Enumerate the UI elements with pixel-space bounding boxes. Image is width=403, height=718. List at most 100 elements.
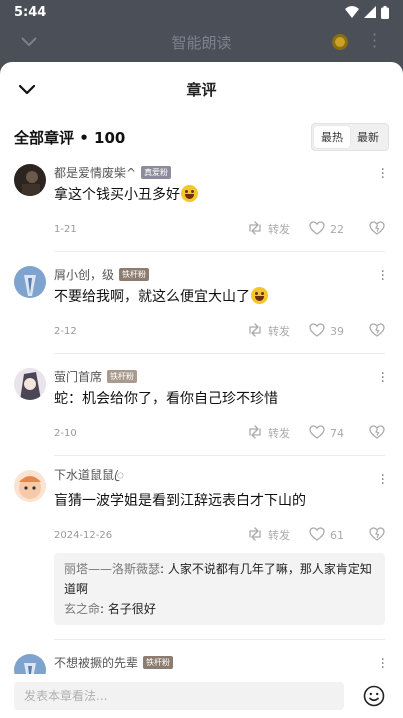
avatar[interactable] (14, 266, 46, 298)
reply-username[interactable]: 玄之命 (64, 602, 100, 616)
reply-item: 丽塔——洛斯薇瑟: 人家不说都有几年了嘛，那人家肯定知道啊 (64, 562, 372, 596)
dislike-button[interactable] (369, 322, 385, 340)
sheet-title: 章评 (186, 80, 217, 99)
avatar[interactable] (14, 470, 46, 502)
retweet-icon (247, 220, 263, 238)
reply-preview[interactable]: 丽塔——洛斯薇瑟: 人家不说都有几年了嘛，那人家肯定知道啊玄之命: 名子很好 (54, 553, 385, 625)
comment-text: 不要给我啊，就这么便宜大山了 (54, 287, 385, 307)
share-button[interactable]: 转发 (247, 526, 297, 544)
more-vert-icon: · · · (372, 25, 378, 56)
like-count: 39 (330, 324, 344, 338)
dislike-button[interactable] (369, 526, 385, 544)
comment-user-row: 都是爱情废柴^ 真爱粉 (54, 164, 385, 180)
reply-item: 玄之命: 名子很好 (64, 602, 156, 616)
comment-meta: 2-10 转发 74 (54, 423, 385, 443)
comment-text-content: 拿这个钱买小丑多好 (54, 187, 180, 203)
avatar[interactable] (14, 368, 46, 400)
comment-item[interactable]: 都是爱情废柴^ 真爱粉拿这个钱买小丑多好 1-21 转发 22 · · · (0, 158, 403, 252)
like-count: 61 (330, 528, 344, 542)
heart-icon (309, 220, 325, 238)
more-vert-icon[interactable]: · · · (381, 367, 385, 389)
emoji-icon[interactable] (363, 685, 385, 707)
like-button[interactable]: 22 (309, 220, 361, 238)
fan-badge: 铁杆粉 (119, 267, 150, 281)
like-button[interactable]: 74 (309, 424, 361, 442)
share-label: 转发 (268, 325, 290, 338)
retweet-icon (247, 322, 263, 340)
fan-badge: 铁杆粉 (143, 655, 174, 669)
comment-item[interactable]: 萤门首席 铁杆粉 蛇：机会给你了，看你自己珍不珍惜 2-10 转发 74 · · · (0, 354, 403, 456)
comment-meta: 2024-12-26 转发 61 (54, 525, 385, 545)
sort-new-button[interactable]: 最新 (350, 126, 386, 148)
sort-hot-button[interactable]: 最热 (314, 126, 350, 148)
share-label: 转发 (268, 529, 290, 542)
comment-username[interactable]: 下水道鼠鼠ꦿ (54, 466, 124, 490)
more-vert-icon[interactable]: · · · (381, 653, 385, 674)
comment-text: 盲猜一波学姐是看到江辞远表白才下山的 (54, 491, 385, 511)
sheet-header: 章评 (0, 62, 403, 116)
avatar[interactable] (14, 654, 46, 674)
chapter-comments-sheet: 章评 全部章评 • 100 最热 最新 都是爱情废柴^ 真爱粉拿这个钱买小丑多好 1… (0, 62, 403, 718)
comment-body: 下水道鼠鼠ꦿ 盲猜一波学姐是看到江辞远表白才下山的 2024-12-26 转发 61 丽塔… (54, 468, 403, 625)
comment-date: 1-21 (54, 223, 77, 235)
heart-icon (309, 322, 325, 340)
background-header: 智能朗读 · · · (0, 24, 403, 60)
comment-username[interactable]: 不想被撅的先辈 (54, 654, 138, 671)
more-vert-icon[interactable]: · · · (381, 469, 385, 491)
share-button[interactable]: 转发 (247, 220, 297, 238)
comment-user-row: 下水道鼠鼠ꦿ (54, 468, 385, 486)
more-vert-icon[interactable]: · · · (381, 163, 385, 185)
comment-date: 2024-12-26 (54, 529, 113, 541)
laugh-emoji-icon (251, 287, 268, 304)
share-label: 转发 (268, 223, 290, 236)
comment-username[interactable]: 萤门首席 (54, 368, 102, 385)
laugh-emoji-icon (181, 185, 198, 202)
chevron-down-icon (21, 37, 37, 47)
like-count: 22 (330, 222, 344, 236)
reply-text: 名子很好 (107, 602, 156, 616)
share-button[interactable]: 转发 (247, 322, 297, 340)
comment-user-row: 不想被撅的先辈 铁杆粉 (54, 654, 385, 670)
dislike-icon (369, 526, 385, 544)
comment-compose-bar (0, 674, 403, 718)
share-button[interactable]: 转发 (247, 424, 297, 442)
more-vert-icon[interactable]: · · · (381, 265, 385, 287)
comment-actions: 转发 39 (247, 321, 385, 341)
comment-body: 屑小创，级 铁杆粉 不要给我啊，就这么便宜大山了 2-12 转发 39 (54, 266, 403, 341)
comment-user-row: 萤门首席 铁杆粉 (54, 368, 385, 384)
comment-item[interactable]: 屑小创，级 铁杆粉 不要给我啊，就这么便宜大山了 2-12 转发 39 · · · (0, 252, 403, 354)
comment-item[interactable]: 下水道鼠鼠ꦿ 盲猜一波学姐是看到江辞远表白才下山的 2024-12-26 转发 61 丽塔… (0, 456, 403, 640)
comment-input[interactable] (14, 682, 344, 710)
comment-item[interactable]: 不想被撅的先辈铁杆粉人要是倒霉，放屁都砸脚后跟！··· (0, 640, 403, 674)
comment-text-content: 不要给我啊，就这么便宜大山了 (54, 289, 250, 305)
battery-icon (381, 5, 389, 19)
fan-badge: 真爱粉 (141, 165, 172, 179)
disc-icon (332, 34, 348, 50)
comment-list: 都是爱情废柴^ 真爱粉 拿这个钱买小丑多好 1-21 转发 22 · · · 屑小创，级 铁杆粉 不要… (0, 158, 403, 674)
retweet-icon (247, 526, 263, 544)
comment-body: 都是爱情废柴^ 真爱粉拿这个钱买小丑多好 1-21 转发 22 (54, 164, 403, 239)
share-label: 转发 (268, 427, 290, 440)
status-icons (345, 5, 389, 19)
reply-username[interactable]: 丽塔——洛斯薇瑟 (64, 562, 160, 576)
like-button[interactable]: 39 (309, 322, 361, 340)
like-count: 74 (330, 426, 344, 440)
status-time: 5:44 (14, 4, 47, 20)
chevron-down-icon[interactable] (16, 78, 38, 100)
fan-badge: 铁杆粉 (107, 369, 138, 383)
comment-actions: 转发 61 (247, 525, 385, 545)
dislike-button[interactable] (369, 424, 385, 442)
section-title: 全部章评 • 100 (14, 128, 126, 147)
comment-username[interactable]: 屑小创，级 (54, 266, 114, 283)
comment-username[interactable]: 都是爱情废柴^ (54, 164, 136, 181)
like-button[interactable]: 61 (309, 526, 361, 544)
comment-meta: 2-12 转发 39 (54, 321, 385, 341)
dislike-button[interactable] (369, 220, 385, 238)
avatar[interactable] (14, 164, 46, 196)
comment-user-row: 屑小创，级 铁杆粉 (54, 266, 385, 282)
retweet-icon (247, 424, 263, 442)
comment-date: 2-10 (54, 427, 77, 439)
comment-date: 2-12 (54, 325, 77, 337)
wifi-icon (345, 6, 359, 18)
comment-body: 不想被撅的先辈铁杆粉人要是倒霉，放屁都砸脚后跟！ (54, 654, 403, 674)
